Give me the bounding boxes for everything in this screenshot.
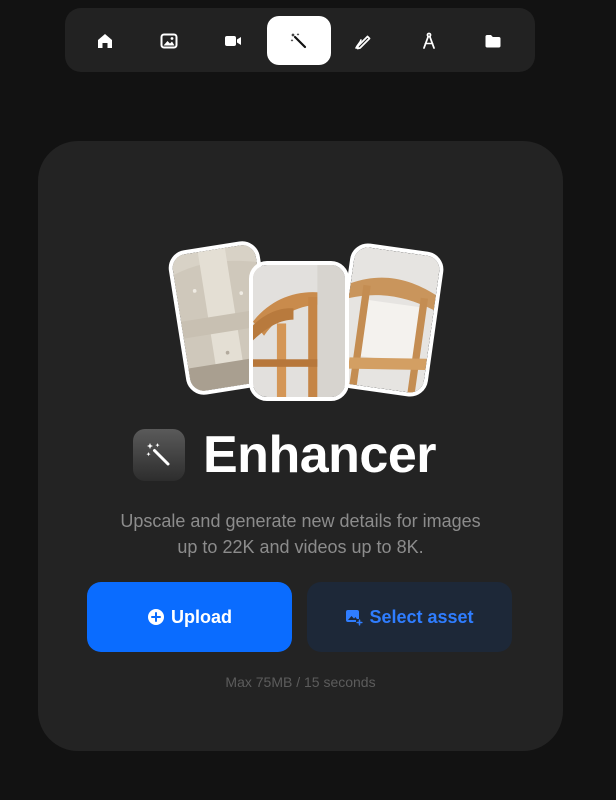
plus-circle-icon — [147, 608, 165, 626]
upload-button[interactable]: Upload — [87, 582, 292, 652]
magic-wand-icon — [290, 32, 307, 48]
description-line-2: up to 22K and videos up to 8K. — [177, 537, 424, 557]
enhancer-card: Enhancer Upscale and generate new detail… — [38, 141, 563, 751]
magic-wand-icon — [146, 443, 170, 466]
video-button[interactable] — [201, 16, 265, 65]
preview-image-chair-arm — [249, 261, 349, 401]
folder-icon — [485, 34, 501, 47]
upload-limit-text: Max 75MB / 15 seconds — [225, 674, 376, 690]
video-icon — [225, 35, 241, 46]
draw-button[interactable] — [331, 16, 395, 65]
image-button[interactable] — [137, 16, 201, 65]
preview-thumbnails — [38, 141, 563, 421]
home-button[interactable] — [73, 16, 137, 65]
add-image-icon — [345, 608, 364, 626]
upload-label: Upload — [171, 606, 232, 627]
select-asset-button[interactable]: Select asset — [307, 582, 512, 652]
title-row: Enhancer — [133, 426, 436, 484]
page: Enhancer Upscale and generate new detail… — [0, 0, 616, 800]
description-line-1: Upscale and generate new details for ima… — [120, 511, 481, 531]
page-title: Enhancer — [203, 426, 436, 484]
preview-image-wooden-chair — [332, 241, 446, 399]
compass-icon — [423, 32, 435, 49]
home-icon — [98, 33, 112, 48]
design-button[interactable] — [397, 16, 461, 65]
description: Upscale and generate new details for ima… — [58, 508, 543, 560]
files-button[interactable] — [461, 16, 525, 65]
enhancer-logo — [133, 429, 185, 481]
enhancer-button[interactable] — [267, 16, 331, 65]
select-asset-label: Select asset — [369, 606, 474, 627]
pen-icon — [355, 35, 371, 49]
top-toolbar — [65, 8, 535, 72]
image-icon — [160, 33, 178, 48]
